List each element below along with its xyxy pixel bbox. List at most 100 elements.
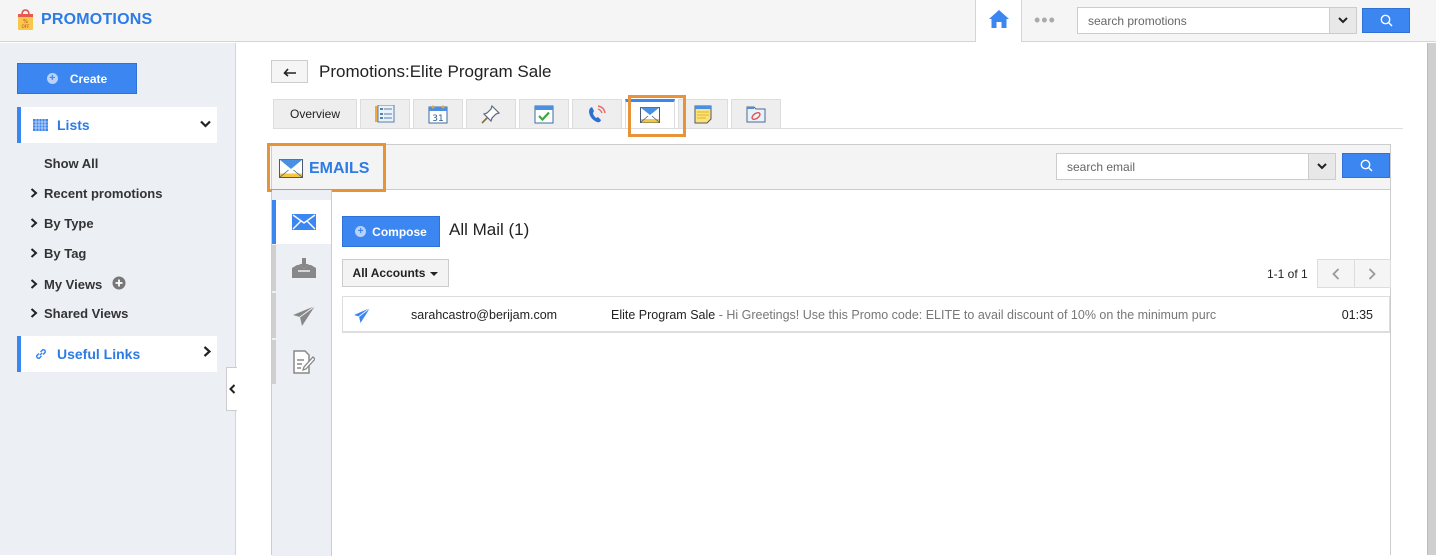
plus-circle-icon: + [46, 73, 58, 84]
emails-panel-header: EMAILS [267, 143, 1390, 192]
mail-from: sarahcastro@berijam.com [411, 308, 558, 322]
folder-sent[interactable] [272, 293, 331, 338]
sent-icon [354, 307, 371, 326]
top-bar: % OFF PROMOTIONS ••• [0, 0, 1436, 42]
grid-list-icon [33, 119, 48, 131]
chevron-down-icon [1338, 17, 1348, 24]
svg-text:31: 31 [432, 114, 443, 124]
chevron-right-icon [30, 278, 44, 292]
sidebar-item-my-views[interactable]: My Views [30, 276, 126, 293]
phone-call-icon [589, 105, 606, 123]
sidebar-item-label: Recent promotions [44, 186, 163, 201]
pagination-text: 1-1 of 1 [1267, 267, 1308, 281]
promotions-search-button[interactable] [1362, 8, 1410, 33]
chevron-down-icon [1317, 163, 1327, 170]
compose-button[interactable]: + Compose [342, 216, 440, 247]
sidebar-item-label: By Tag [44, 246, 87, 261]
record-tabs: Overview 31 [273, 99, 784, 128]
sidebar-item-by-type[interactable]: By Type [30, 216, 94, 231]
back-button[interactable] [271, 60, 308, 83]
drafts-icon [292, 350, 315, 374]
sidebar: + Create Lists Show All Recent promotion… [0, 43, 236, 555]
mail-snippet: - Hi Greetings! Use this Promo code: ELI… [715, 308, 1217, 322]
svg-text:OFF: OFF [22, 24, 30, 29]
useful-links-label: Useful Links [57, 346, 141, 362]
chevron-right-icon [30, 307, 44, 321]
mail-subject-line: Elite Program Sale - Hi Greetings! Use t… [611, 308, 1243, 322]
email-search [1056, 153, 1336, 180]
collapse-sidebar-button[interactable] [226, 367, 237, 411]
shopping-bag-icon: % OFF [17, 9, 34, 31]
chevron-right-icon [30, 217, 44, 231]
folder-drafts[interactable] [272, 340, 331, 384]
compose-label: Compose [372, 224, 427, 239]
tab-details[interactable] [360, 99, 410, 128]
next-page-button[interactable] [1355, 260, 1391, 287]
promotions-search-input[interactable] [1078, 8, 1328, 33]
search-icon [1380, 14, 1392, 27]
search-dropdown-button[interactable] [1329, 8, 1356, 33]
chevron-left-icon [228, 384, 235, 394]
mail-time: 01:35 [1341, 308, 1373, 322]
search-icon [1360, 159, 1372, 172]
tab-overview[interactable]: Overview [273, 99, 357, 128]
mail-folder-tabs [272, 190, 332, 556]
task-check-icon [534, 105, 554, 123]
sidebar-item-label: Shared Views [44, 306, 129, 321]
email-search-input[interactable] [1057, 154, 1307, 179]
all-mail-icon [291, 214, 316, 230]
sidebar-lists-header[interactable]: Lists [17, 107, 217, 143]
page-scrollbar[interactable] [1427, 43, 1436, 555]
folder-title: All Mail (1) [449, 220, 530, 239]
highlight-box-emails-title [267, 143, 386, 192]
mail-subject: Elite Program Sale [611, 308, 716, 322]
notes-icon [694, 105, 712, 123]
sent-icon [292, 305, 315, 326]
chevron-right-icon [30, 187, 44, 201]
accounts-dropdown[interactable]: All Accounts [342, 259, 449, 287]
attachment-folder-icon [746, 106, 766, 123]
link-icon [36, 349, 46, 359]
more-dots-icon[interactable]: ••• [1034, 11, 1056, 29]
tab-tasks[interactable] [519, 99, 569, 128]
inbox-icon [291, 258, 316, 278]
home-button[interactable] [975, 0, 1022, 42]
add-view-icon[interactable] [112, 276, 126, 293]
tab-calls[interactable] [572, 99, 622, 128]
tab-label: Overview [289, 107, 340, 121]
folder-inbox[interactable] [272, 245, 331, 291]
sidebar-item-by-tag[interactable]: By Tag [30, 246, 86, 261]
main-content: Promotions:Elite Program Sale Overview 3… [237, 43, 1424, 556]
tabs-divider [273, 128, 1403, 129]
home-icon [988, 9, 1010, 34]
sidebar-item-label: By Type [44, 216, 94, 231]
previous-page-button[interactable] [1318, 260, 1355, 287]
create-label: Create [69, 71, 108, 86]
accounts-label: All Accounts [352, 266, 426, 280]
sidebar-item-label: My Views [44, 277, 103, 292]
pin-icon [481, 104, 501, 124]
email-search-button[interactable] [1342, 153, 1390, 178]
create-button[interactable]: + Create [17, 63, 137, 94]
sidebar-item-shared-views[interactable]: Shared Views [30, 306, 128, 321]
email-search-dropdown-button[interactable] [1308, 154, 1335, 179]
promotions-search [1077, 7, 1357, 34]
folder-all-mail[interactable] [272, 200, 331, 244]
tab-pin[interactable] [466, 99, 516, 128]
mail-list-item[interactable]: sarahcastro@berijam.com Elite Program Sa… [342, 296, 1390, 333]
app-title: PROMOTIONS [41, 11, 153, 28]
sidebar-useful-links[interactable]: Useful Links [17, 336, 217, 372]
lists-label: Lists [57, 117, 90, 133]
sidebar-item-recent-promotions[interactable]: Recent promotions [30, 186, 162, 201]
back-arrow-icon [282, 67, 296, 77]
chevron-right-icon [1369, 267, 1377, 280]
emails-panel: EMAILS search email + Compose All Mail (… [267, 143, 1391, 556]
details-icon [375, 105, 395, 123]
sidebar-item-label: Show All [44, 156, 99, 171]
sidebar-item-show-all[interactable]: Show All [44, 156, 98, 171]
tab-attachments[interactable] [731, 99, 781, 128]
tab-calendar[interactable]: 31 [413, 99, 463, 128]
caret-down-icon [430, 272, 439, 276]
app-brand[interactable]: % OFF PROMOTIONS [17, 9, 152, 31]
plus-circle-icon: + [355, 226, 367, 237]
